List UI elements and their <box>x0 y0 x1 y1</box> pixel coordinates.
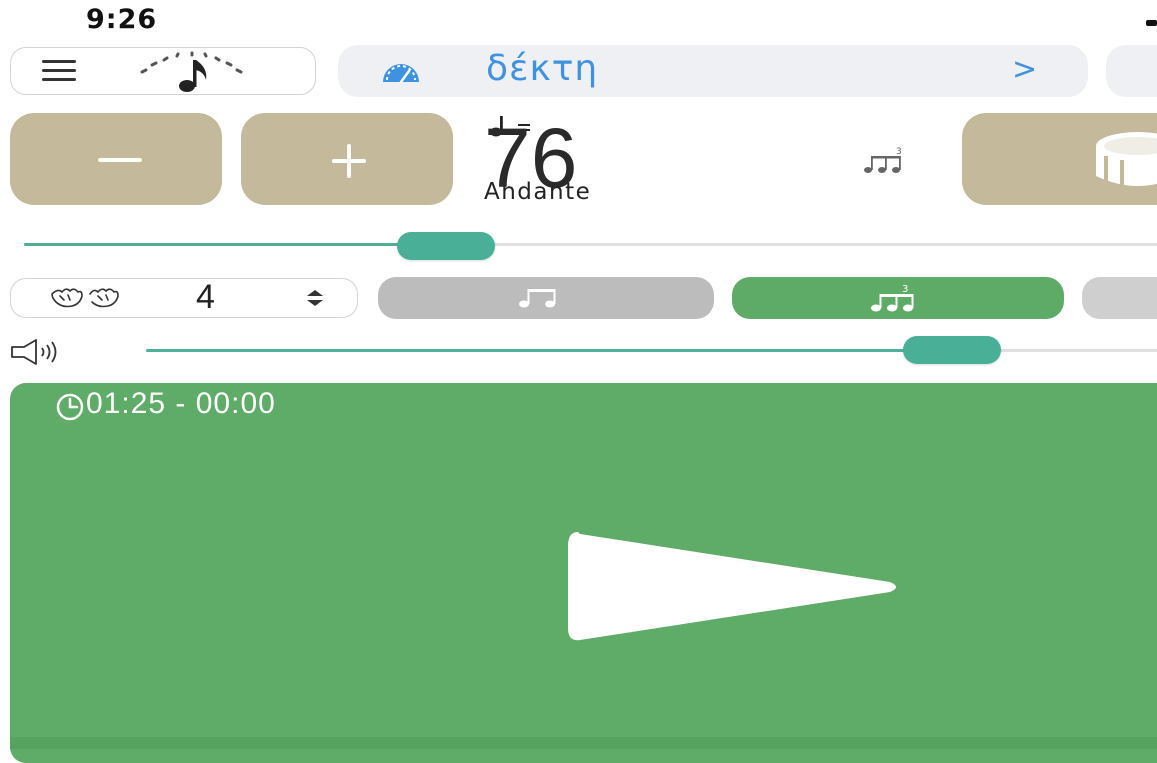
tempo-slider-fill <box>24 243 446 246</box>
triplet-icon: 3 <box>864 147 902 173</box>
clock-icon <box>56 393 84 421</box>
status-time: 9:26 <box>86 4 158 35</box>
hands-icon <box>51 288 119 308</box>
chevron-right-icon[interactable]: > <box>1012 52 1037 87</box>
secondary-pill[interactable] <box>1106 45 1157 97</box>
beats-count: 4 <box>196 278 215 316</box>
status-indicator <box>1146 20 1157 26</box>
timer-text: 01:25 - 00:00 <box>86 387 276 420</box>
stepper-icon[interactable] <box>304 288 326 308</box>
tempo-name: Andante <box>484 179 592 205</box>
eighth-notes-icon <box>519 289 556 308</box>
minus-icon <box>98 158 142 162</box>
volume-slider-fill <box>146 349 952 352</box>
svg-text:3: 3 <box>902 284 908 295</box>
subdivision-other-button[interactable] <box>1082 277 1157 319</box>
triplet-icon: 3 <box>871 284 914 312</box>
drum-icon <box>1096 132 1157 188</box>
tempo-slider-thumb[interactable] <box>396 232 495 260</box>
preset-name[interactable]: δέκτη <box>486 48 598 89</box>
plus-icon-vertical <box>347 144 351 178</box>
metronome-note-icon <box>140 51 243 92</box>
gauge-icon <box>383 64 419 84</box>
hamburger-menu-icon[interactable] <box>42 60 76 82</box>
play-icon[interactable] <box>560 528 910 646</box>
volume-slider-thumb[interactable] <box>902 336 1001 364</box>
preset-selector[interactable] <box>338 45 1088 97</box>
svg-text:3: 3 <box>896 147 902 157</box>
speaker-icon <box>11 339 57 365</box>
play-panel-bottom-edge <box>10 737 1157 749</box>
